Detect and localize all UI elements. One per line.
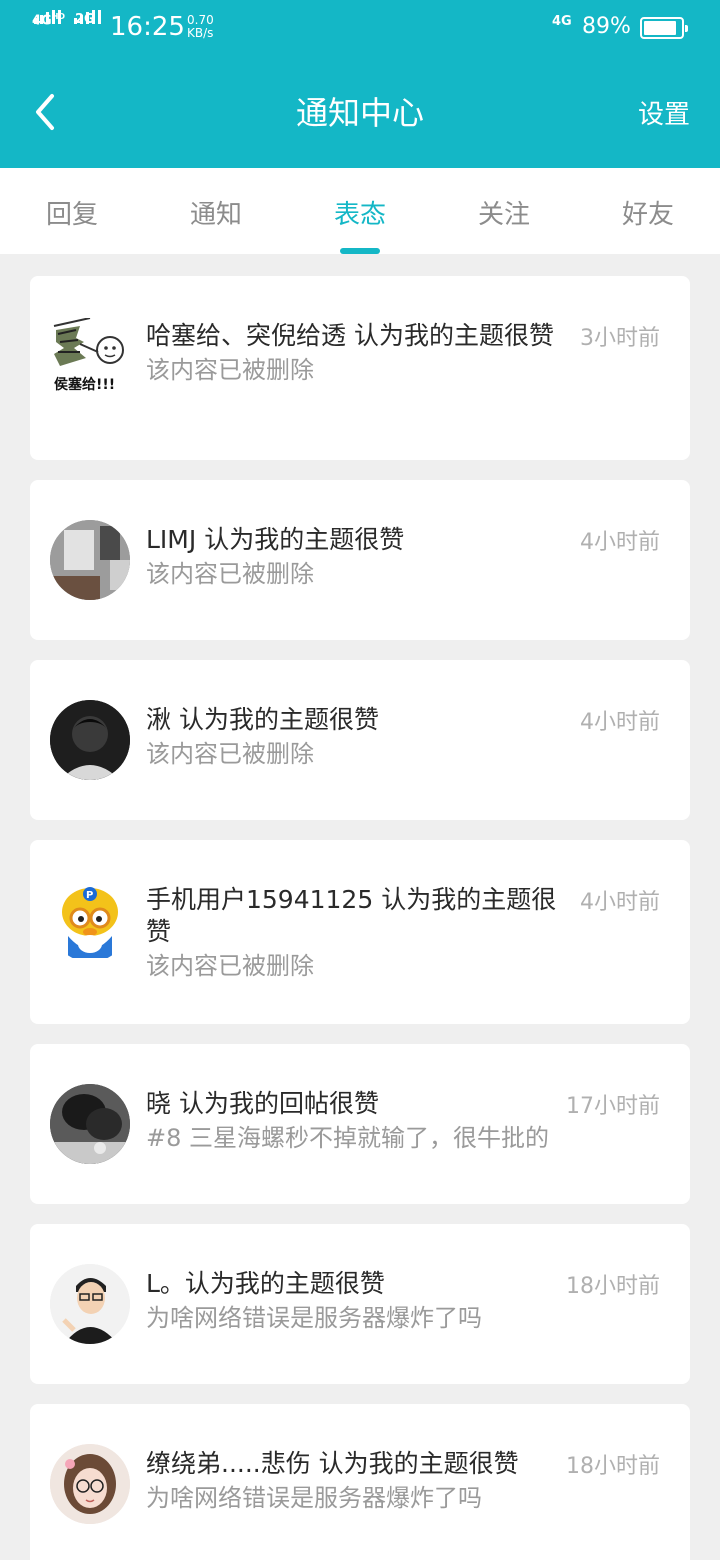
notification-title: 湫 认为我的主题很赞 (146, 705, 379, 734)
tab-reactions[interactable]: 表态 (288, 194, 432, 231)
notification-item[interactable]: 缭绕弟.....悲伤 认为我的主题很赞 为啥网络错误是服务器爆炸了吗 18小时前 (30, 1404, 690, 1560)
notification-title: L。认为我的主题很赞 (146, 1269, 385, 1298)
notification-item[interactable]: 侯塞给!!! 哈塞给、突倪给透 认为我的主题很赞 该内容已被删除 3小时前 (30, 276, 690, 460)
notification-subtitle: 该内容已被删除 (146, 560, 314, 588)
notification-time: 17小时前 (566, 1094, 660, 1119)
notification-title: 手机用户15941125 认为我的主题很赞 (146, 885, 557, 946)
avatar[interactable] (50, 520, 130, 600)
notification-item[interactable]: 湫 认为我的主题很赞 该内容已被删除 4小时前 (30, 660, 690, 820)
photo-avatar-icon (50, 1444, 130, 1524)
notification-time: 4小时前 (580, 710, 660, 735)
notification-item[interactable]: P 手机用户15941125 认为我的主题很赞 该内容已被删除 4小时前 (30, 840, 690, 1024)
photo-avatar-icon (50, 520, 130, 600)
avatar-caption: 侯塞给!!! (54, 377, 116, 393)
notification-title: 缭绕弟.....悲伤 认为我的主题很赞 (146, 1449, 519, 1478)
avatar[interactable]: 侯塞给!!! (50, 318, 130, 398)
notification-item[interactable]: L。认为我的主题很赞 为啥网络错误是服务器爆炸了吗 18小时前 (30, 1224, 690, 1384)
notification-title: 晓 认为我的回帖很赞 (146, 1089, 379, 1118)
notification-subtitle: 该内容已被删除 (146, 356, 314, 384)
notification-title: LIMJ 认为我的主题很赞 (146, 525, 405, 554)
app-header: 4GHD 2G 16:25 0.70KB/s 4G 89% 通知中心 设置 (0, 0, 720, 168)
status-time: 16:25 (110, 12, 185, 42)
notification-subtitle: 为啥网络错误是服务器爆炸了吗 (146, 1484, 482, 1512)
notification-time: 3小时前 (580, 326, 660, 351)
svg-text:P: P (86, 890, 93, 901)
penguin-avatar-icon: P (62, 887, 118, 958)
avatar[interactable] (50, 700, 130, 780)
active-tab-indicator (340, 248, 380, 254)
tab-reply[interactable]: 回复 (0, 194, 144, 231)
notification-subtitle: #8 三星海螺秒不掉就输了，很牛批的 (146, 1124, 550, 1152)
notification-time: 18小时前 (566, 1454, 660, 1479)
avatar[interactable] (50, 1084, 130, 1164)
notification-time: 4小时前 (580, 530, 660, 555)
notification-title: 哈塞给、突倪给透 认为我的主题很赞 (146, 321, 554, 350)
photo-avatar-icon (50, 1084, 130, 1164)
avatar[interactable] (50, 1444, 130, 1524)
notification-time: 4小时前 (580, 890, 660, 915)
network-speed: 0.70 KB/s (187, 13, 214, 40)
notification-time: 18小时前 (566, 1274, 660, 1299)
status-bar: 4GHD 2G 16:25 0.70KB/s 4G 89% (0, 0, 720, 56)
notification-subtitle: 为啥网络错误是服务器爆炸了吗 (146, 1304, 482, 1332)
network-type-icon: 4G (552, 14, 572, 29)
battery-percent: 89% (582, 14, 631, 39)
photo-avatar-icon (50, 700, 130, 780)
avatar[interactable] (50, 1264, 130, 1344)
notification-subtitle: 该内容已被删除 (146, 740, 314, 768)
notification-subtitle: 该内容已被删除 (146, 952, 314, 980)
cartoon-avatar-icon (50, 1264, 130, 1344)
avatar[interactable]: P (50, 882, 130, 962)
notification-item[interactable]: 晓 认为我的回帖很赞 #8 三星海螺秒不掉就输了，很牛批的 17小时前 (30, 1044, 690, 1204)
tab-friends[interactable]: 好友 (576, 194, 720, 231)
tab-follow[interactable]: 关注 (432, 194, 576, 231)
settings-button[interactable]: 设置 (638, 94, 690, 131)
battery-icon (640, 17, 688, 39)
tab-notice[interactable]: 通知 (144, 194, 288, 231)
tab-bar: 回复 通知 表态 关注 好友 (0, 168, 720, 254)
notification-item[interactable]: LIMJ 认为我的主题很赞 该内容已被删除 4小时前 (30, 480, 690, 640)
page-title: 通知中心 (295, 94, 424, 132)
